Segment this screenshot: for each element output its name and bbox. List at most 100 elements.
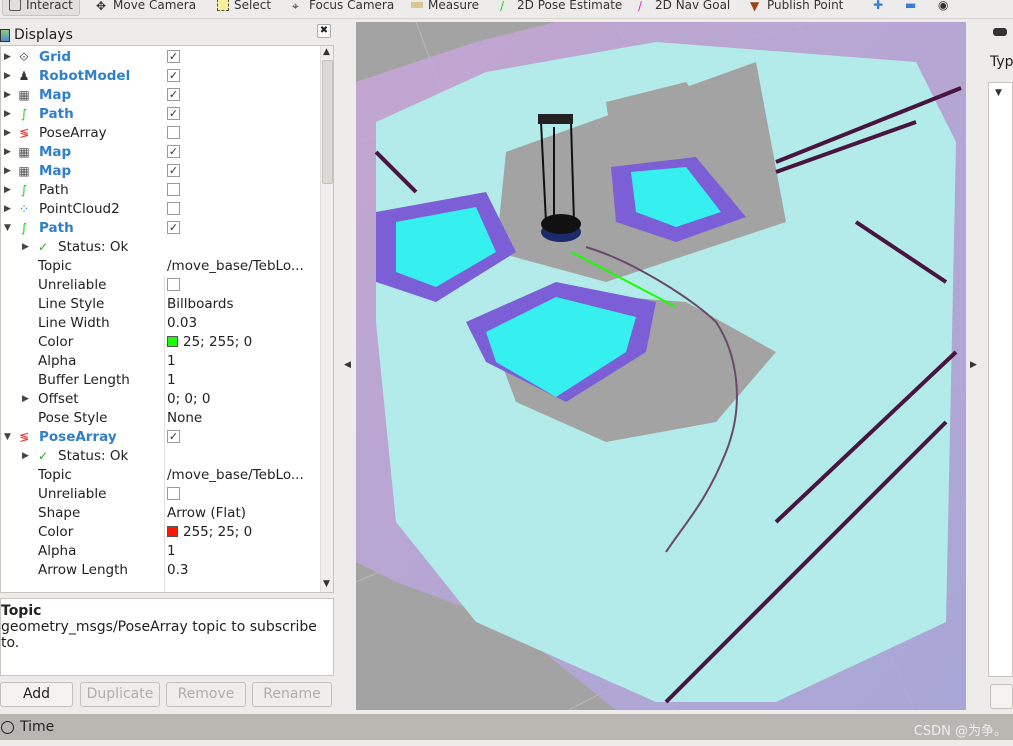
rename-button[interactable]: Rename bbox=[252, 682, 332, 707]
display-item[interactable]: ▶ ∫ Path bbox=[1, 180, 321, 199]
display-item[interactable]: ▶ ▦ Map ✓ bbox=[1, 142, 321, 161]
value-text: 1 bbox=[167, 352, 176, 369]
property-row[interactable]: Alpha 1 bbox=[1, 541, 321, 560]
tool-select[interactable]: Select bbox=[217, 0, 271, 16]
display-item[interactable]: ▼ ∫ Path ✓ bbox=[1, 218, 321, 237]
property-row[interactable]: Pose Style None bbox=[1, 408, 321, 427]
value-text: /move_base/TebLo... bbox=[167, 466, 304, 483]
tool-2d-nav-goal[interactable]: / 2D Nav Goal bbox=[638, 0, 730, 16]
robot-icon: ♟ bbox=[18, 68, 30, 83]
remove-button[interactable]: Remove bbox=[166, 682, 246, 707]
property-row[interactable]: Color 255; 25; 0 bbox=[1, 522, 321, 541]
expand-arrow-icon[interactable]: ▶ bbox=[4, 185, 14, 195]
property-row[interactable]: Color 25; 255; 0 bbox=[1, 332, 321, 351]
status-row[interactable]: ▶ ✓ Status: Ok bbox=[1, 237, 321, 256]
display-item[interactable]: ▶ ∫ Path ✓ bbox=[1, 104, 321, 123]
property-value[interactable]: 1 bbox=[167, 353, 176, 369]
add-tool-button[interactable]: ✚ bbox=[873, 0, 883, 16]
duplicate-button[interactable]: Duplicate bbox=[80, 682, 160, 707]
expand-arrow-icon[interactable]: ▶ bbox=[4, 147, 14, 157]
property-checkbox[interactable] bbox=[167, 487, 180, 500]
tool-publish-point[interactable]: ▼ Publish Point bbox=[750, 0, 843, 16]
eye-icon: ◉ bbox=[938, 0, 949, 12]
display-enabled-checkbox[interactable]: ✓ bbox=[167, 107, 180, 120]
expand-arrow-icon[interactable]: ▶ bbox=[4, 52, 14, 62]
display-item[interactable]: ▶ ≶ PoseArray bbox=[1, 123, 321, 142]
display-enabled-checkbox[interactable] bbox=[167, 202, 180, 215]
property-value[interactable]: Billboards bbox=[167, 296, 234, 312]
property-value[interactable]: 255; 25; 0 bbox=[167, 524, 252, 540]
display-item[interactable]: ▶ ▦ Map ✓ bbox=[1, 161, 321, 180]
display-enabled-checkbox[interactable]: ✓ bbox=[167, 145, 180, 158]
posearray-icon: ≶ bbox=[18, 125, 30, 140]
collapse-left-icon[interactable]: ◀ bbox=[344, 360, 351, 370]
collapse-arrow-icon[interactable]: ▼ bbox=[4, 223, 14, 233]
expand-arrow-icon[interactable]: ▶ bbox=[4, 128, 14, 138]
property-row[interactable]: Shape Arrow (Flat) bbox=[1, 503, 321, 522]
expand-arrow-icon[interactable]: ▶ bbox=[4, 166, 14, 176]
property-row[interactable]: Line Style Billboards bbox=[1, 294, 321, 313]
tool-measure[interactable]: Measure bbox=[411, 0, 479, 16]
collapse-right-icon[interactable]: ▶ bbox=[970, 360, 977, 370]
collapse-arrow-icon[interactable]: ▼ bbox=[4, 432, 14, 442]
expand-arrow-icon[interactable]: ▶ bbox=[4, 71, 14, 81]
property-row[interactable]: Arrow Length 0.3 bbox=[1, 560, 321, 579]
property-value[interactable]: 1 bbox=[167, 372, 176, 388]
tool-move-camera[interactable]: ✥ Move Camera bbox=[96, 0, 196, 16]
expand-arrow-icon[interactable]: ▶ bbox=[4, 90, 14, 100]
display-enabled-checkbox[interactable]: ✓ bbox=[167, 221, 180, 234]
tool-interact[interactable]: Interact bbox=[2, 0, 80, 16]
property-row[interactable]: Unreliable bbox=[1, 484, 321, 503]
display-item[interactable]: ▶ ⟐ Grid ✓ bbox=[1, 47, 321, 66]
property-row[interactable]: Buffer Length 1 bbox=[1, 370, 321, 389]
expand-arrow-icon[interactable]: ▶ bbox=[4, 204, 14, 214]
grid-icon: ⟐ bbox=[19, 49, 29, 64]
remove-tool-button[interactable]: ▬ bbox=[905, 0, 916, 16]
property-checkbox[interactable] bbox=[167, 278, 180, 291]
tool-focus-camera[interactable]: ⌖ Focus Camera bbox=[292, 0, 394, 16]
display-item[interactable]: ▼ ≶ PoseArray ✓ bbox=[1, 427, 321, 446]
property-value[interactable]: Arrow (Flat) bbox=[167, 505, 246, 521]
vertical-scrollbar[interactable]: ▲ ▼ bbox=[320, 46, 333, 592]
display-item[interactable]: ▶ ▦ Map ✓ bbox=[1, 85, 321, 104]
close-panel-button[interactable]: ✖ bbox=[317, 24, 331, 38]
property-row[interactable]: Topic/move_base/TebLo... bbox=[1, 256, 321, 275]
property-value[interactable]: 1 bbox=[167, 543, 176, 559]
3d-render-view[interactable] bbox=[356, 22, 966, 710]
display-enabled-checkbox[interactable]: ✓ bbox=[167, 69, 180, 82]
display-enabled-checkbox[interactable]: ✓ bbox=[167, 164, 180, 177]
right-panel-button[interactable] bbox=[990, 684, 1013, 709]
property-row[interactable]: Topic/move_base/TebLo... bbox=[1, 465, 321, 484]
display-enabled-checkbox[interactable]: ✓ bbox=[167, 88, 180, 101]
property-row[interactable]: ▶ Offset 0; 0; 0 bbox=[1, 389, 321, 408]
property-value[interactable]: 0.03 bbox=[167, 315, 197, 331]
property-value[interactable]: 25; 255; 0 bbox=[167, 334, 252, 350]
scroll-down-icon[interactable]: ▼ bbox=[323, 579, 330, 589]
status-row[interactable]: ▶ ✓ Status: Ok bbox=[1, 446, 321, 465]
expand-arrow-icon[interactable]: ▶ bbox=[22, 394, 32, 404]
display-enabled-checkbox[interactable]: ✓ bbox=[167, 430, 180, 443]
property-row[interactable]: Alpha 1 bbox=[1, 351, 321, 370]
display-enabled-checkbox[interactable]: ✓ bbox=[167, 50, 180, 63]
property-value[interactable]: 0.3 bbox=[167, 562, 188, 578]
scroll-up-icon[interactable]: ▲ bbox=[323, 47, 330, 57]
expand-arrow-icon[interactable]: ▶ bbox=[4, 109, 14, 119]
property-value[interactable]: None bbox=[167, 410, 202, 426]
add-button[interactable]: Add bbox=[0, 682, 73, 707]
display-item[interactable]: ▶ ♟ RobotModel ✓ bbox=[1, 66, 321, 85]
property-row[interactable]: Line Width 0.03 bbox=[1, 313, 321, 332]
scrollbar-thumb[interactable] bbox=[322, 60, 333, 184]
camera-icon bbox=[993, 28, 1007, 36]
expand-arrow-icon[interactable]: ▶ bbox=[22, 242, 32, 252]
property-value[interactable]: /move_base/TebLo... bbox=[167, 467, 304, 483]
display-enabled-checkbox[interactable] bbox=[167, 183, 180, 196]
property-value[interactable]: 0; 0; 0 bbox=[167, 391, 210, 407]
display-item[interactable]: ▶ ⁘ PointCloud2 bbox=[1, 199, 321, 218]
expand-icon[interactable]: ▼ bbox=[995, 88, 1002, 98]
property-value[interactable]: /move_base/TebLo... bbox=[167, 258, 304, 274]
property-row[interactable]: Unreliable bbox=[1, 275, 321, 294]
tool-2d-pose-estimate[interactable]: / 2D Pose Estimate bbox=[500, 0, 622, 16]
display-enabled-checkbox[interactable] bbox=[167, 126, 180, 139]
expand-arrow-icon[interactable]: ▶ bbox=[22, 451, 32, 461]
panels-button[interactable]: ◉ bbox=[938, 0, 948, 16]
